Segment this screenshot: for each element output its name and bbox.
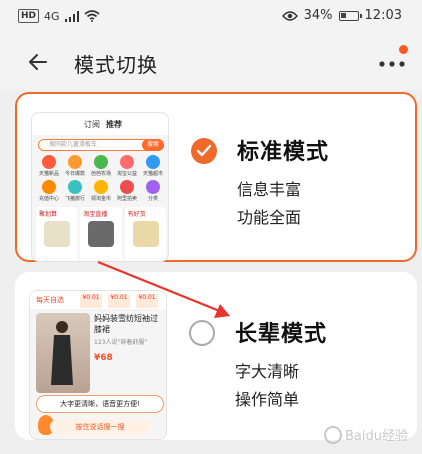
preview-tab: 推荐 bbox=[106, 120, 122, 129]
mode-desc-line: 信息丰富 bbox=[237, 180, 302, 199]
grid-icon-label: 领淘金币 bbox=[90, 196, 111, 202]
grid-icon-label: 今日爆款 bbox=[64, 171, 85, 177]
preview-icon-grid: 天猫新品 今日爆款 芭芭农场 淘宝公益 天猫超市充值中心 飞猪旅行 领淘金币 阿里拍卖 分类 bbox=[36, 155, 166, 202]
eye-icon bbox=[281, 10, 298, 21]
price-chip: ¥0.01 bbox=[108, 294, 130, 308]
grid-icon-circle bbox=[146, 180, 160, 194]
grid-icon-circle bbox=[120, 180, 134, 194]
preview-grid-icon: 天猫超市 bbox=[140, 155, 166, 177]
wifi-icon bbox=[84, 10, 100, 22]
promo-label: 有好货 bbox=[127, 211, 146, 218]
preview-promo: 有好货 bbox=[124, 207, 166, 261]
promo-label: 聚划算 bbox=[39, 211, 58, 218]
watermark-text: Baidu经验 bbox=[345, 429, 408, 444]
preview-promo: 淘宝直播 bbox=[80, 207, 122, 261]
radio-elder-unchecked[interactable] bbox=[189, 320, 215, 346]
grid-icon-label: 充值中心 bbox=[38, 196, 59, 202]
check-icon bbox=[196, 144, 212, 157]
more-dots-icon[interactable] bbox=[378, 60, 406, 68]
grid-icon-label: 天猫新品 bbox=[38, 171, 59, 177]
model-figure bbox=[51, 321, 73, 385]
title-bar: 模式切换 bbox=[0, 34, 422, 90]
grid-icon-circle bbox=[94, 155, 108, 169]
battery-percent: 34% bbox=[303, 8, 333, 23]
mode-title: 标准模式 bbox=[237, 140, 330, 165]
preview-grid-icon: 充值中心 bbox=[36, 180, 62, 202]
grid-icon-circle bbox=[42, 180, 56, 194]
preview-promo: 聚划算 bbox=[36, 207, 78, 261]
network-label: 4G bbox=[44, 9, 60, 23]
arrow-left-icon[interactable] bbox=[26, 50, 50, 74]
signal-icon bbox=[64, 10, 79, 22]
grid-icon-label: 飞猪旅行 bbox=[64, 196, 85, 202]
mode-desc-line: 操作简单 bbox=[235, 390, 300, 409]
preview-grid-icon: 领淘金币 bbox=[88, 180, 114, 202]
mode-title: 长辈模式 bbox=[235, 322, 328, 347]
product-subtitle: 123人说"穿着舒服" bbox=[94, 339, 147, 346]
mode-card-standard[interactable]: 订阅 推荐 搜同款儿童滑板车 搜索 天猫新品 今日爆款 芭芭农场 淘宝公益 天猫超市充值… bbox=[15, 92, 417, 262]
battery-icon bbox=[338, 10, 362, 21]
preview-search-button: 搜索 bbox=[142, 139, 164, 151]
preview-search: 搜同款儿童滑板车 搜索 bbox=[38, 139, 164, 151]
clock: 12:03 bbox=[364, 8, 402, 23]
grid-icon-circle bbox=[42, 155, 56, 169]
preview-grid-icon: 淘宝公益 bbox=[114, 155, 140, 177]
grid-icon-label: 分类 bbox=[147, 196, 158, 202]
grid-icon-label: 淘宝公益 bbox=[116, 171, 137, 177]
mode-desc-line: 功能全面 bbox=[237, 208, 302, 227]
preview-tag: 每天自选 bbox=[36, 296, 64, 304]
status-right: 34% 12:03 bbox=[281, 8, 402, 23]
grid-icon-label: 天猫超市 bbox=[142, 171, 163, 177]
hd-badge: HD bbox=[18, 9, 40, 23]
voice-search-button: 按住说话搜一搜 bbox=[50, 419, 150, 435]
preview-tab: 订阅 bbox=[84, 120, 100, 129]
grid-icon-circle bbox=[120, 155, 134, 169]
feature-bubble: 大字更清晰，语音更方便! bbox=[36, 395, 164, 413]
tshirt-image bbox=[88, 221, 115, 247]
product-price: ¥68 bbox=[94, 353, 113, 363]
baidu-paw-icon bbox=[324, 425, 342, 444]
mode-card-elder[interactable]: 每天自选 ¥0.01 ¥0.01 ¥0.01 妈妈装雪纺短袖过膝裙 123人说"… bbox=[15, 272, 417, 440]
mode-description: 信息丰富 功能全面 bbox=[237, 176, 301, 232]
mode-desc-line: 字大清晰 bbox=[235, 362, 300, 381]
scooter-image bbox=[44, 221, 70, 247]
preview-promo-row: 聚划算 淘宝直播 有好货 bbox=[36, 207, 166, 261]
status-bar: HD 4G 34% 12:03 bbox=[0, 0, 422, 34]
promo-label: 淘宝直播 bbox=[83, 211, 108, 218]
notification-dot bbox=[399, 45, 408, 54]
preview-top-bar: 每天自选 ¥0.01 ¥0.01 ¥0.01 bbox=[30, 291, 166, 309]
preview-top-bar: 订阅 推荐 bbox=[32, 113, 168, 135]
radio-standard-checked[interactable] bbox=[191, 138, 217, 164]
preview-grid-icon: 飞猪旅行 bbox=[62, 180, 88, 202]
preview-grid-icon: 天猫新品 bbox=[36, 155, 62, 177]
grid-icon-circle bbox=[94, 180, 108, 194]
price-chip: ¥0.01 bbox=[136, 294, 158, 308]
mode-description: 字大清晰 操作简单 bbox=[235, 358, 299, 414]
preview-search-text: 搜同款儿童滑板车 bbox=[49, 141, 98, 148]
preview-grid-icon: 今日爆款 bbox=[62, 155, 88, 177]
status-left: HD 4G bbox=[18, 9, 100, 23]
preview-grid-icon: 芭芭农场 bbox=[88, 155, 114, 177]
page-title: 模式切换 bbox=[74, 53, 158, 77]
grid-icon-circle bbox=[146, 155, 160, 169]
grid-icon-circle bbox=[68, 180, 82, 194]
product-name: 妈妈装雪纺短袖过膝裙 bbox=[94, 314, 158, 334]
standard-mode-preview: 订阅 推荐 搜同款儿童滑板车 搜索 天猫新品 今日爆款 芭芭农场 淘宝公益 天猫超市充值… bbox=[31, 112, 169, 262]
price-chip: ¥0.01 bbox=[80, 294, 102, 308]
bag-image bbox=[132, 221, 159, 247]
grid-icon-label: 阿里拍卖 bbox=[116, 196, 137, 202]
watermark: Baidu经验 bbox=[324, 425, 408, 444]
grid-icon-circle bbox=[68, 155, 82, 169]
grid-icon-label: 芭芭农场 bbox=[90, 171, 111, 177]
elder-mode-preview: 每天自选 ¥0.01 ¥0.01 ¥0.01 妈妈装雪纺短袖过膝裙 123人说"… bbox=[29, 290, 167, 440]
preview-grid-icon: 分类 bbox=[140, 180, 166, 202]
preview-grid-icon: 阿里拍卖 bbox=[114, 180, 140, 202]
